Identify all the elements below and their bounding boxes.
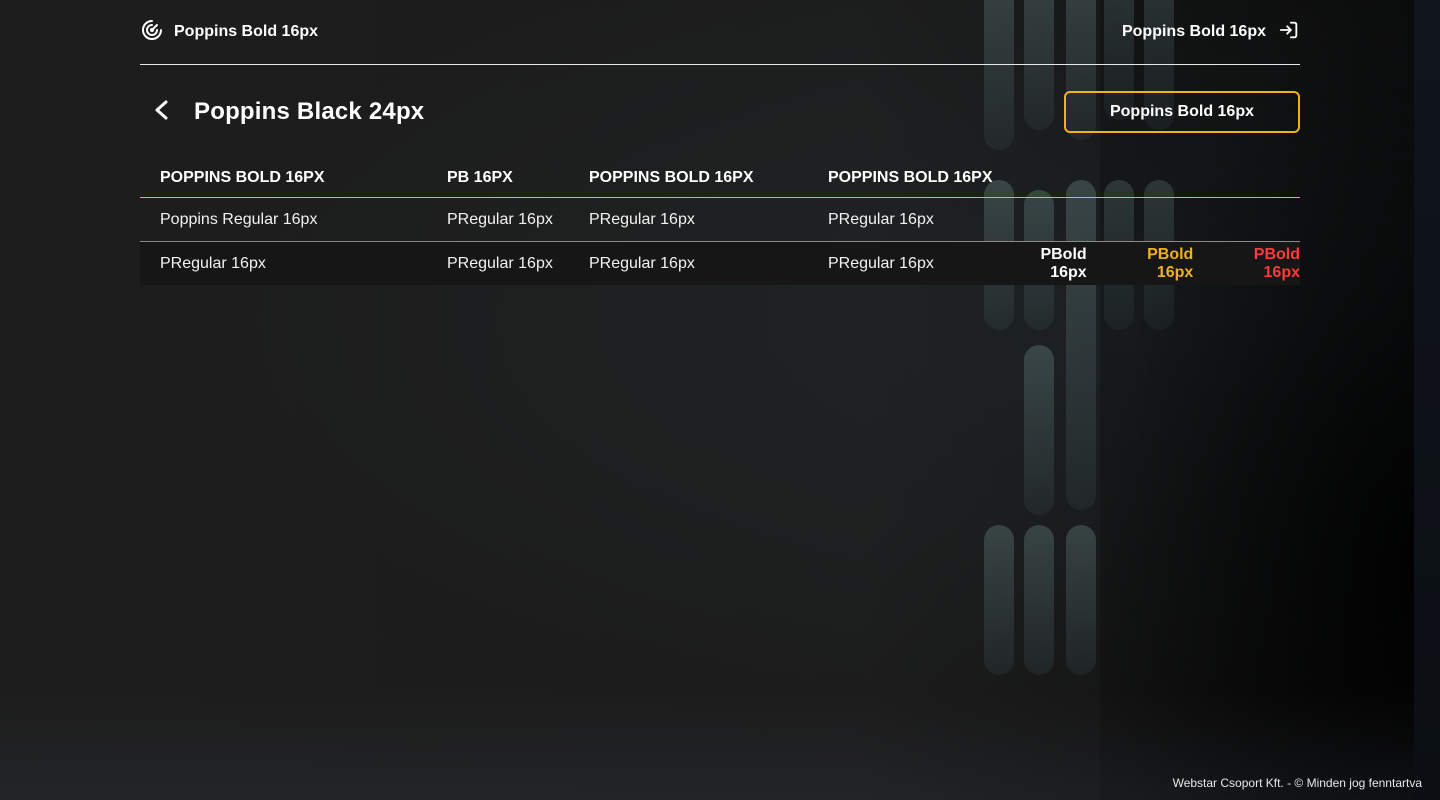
radar-icon — [140, 18, 164, 47]
title-bar: Poppins Black 24px Poppins Bold 16px — [140, 65, 1300, 159]
logout-button[interactable]: Poppins Bold 16px — [1122, 19, 1300, 46]
row-action-delete[interactable]: PBold 16px — [1213, 246, 1300, 282]
table-cell: PRegular 16px — [828, 197, 1000, 242]
brand-name: Poppins Bold 16px — [174, 23, 319, 40]
table-header-row: POPPINS BOLD 16PX PB 16PX POPPINS BOLD 1… — [140, 159, 1300, 198]
table-row[interactable]: Poppins Regular 16px PRegular 16px PRegu… — [140, 197, 1300, 242]
data-table: POPPINS BOLD 16PX PB 16PX POPPINS BOLD 1… — [140, 159, 1300, 285]
back-button[interactable] — [150, 100, 174, 124]
row-action-view[interactable]: PBold 16px — [1000, 246, 1086, 282]
table-cell: PRegular 16px — [828, 241, 1000, 285]
row-action-edit[interactable]: PBold 16px — [1107, 246, 1193, 282]
page-title: Poppins Black 24px — [194, 98, 425, 125]
table-cell: PRegular 16px — [589, 197, 828, 242]
table-cell-actions — [1000, 197, 1300, 242]
logout-icon — [1278, 19, 1300, 46]
table-row[interactable]: PRegular 16px PRegular 16px PRegular 16p… — [140, 241, 1300, 285]
table-cell: PRegular 16px — [140, 241, 447, 285]
column-header[interactable]: POPPINS BOLD 16PX — [828, 159, 1000, 198]
column-header[interactable]: POPPINS BOLD 16PX — [589, 159, 828, 198]
column-header[interactable]: PB 16PX — [447, 159, 589, 198]
page-container: Poppins Bold 16px Poppins Bold 16px Popp… — [140, 0, 1300, 285]
chevron-left-icon — [152, 99, 172, 126]
column-header[interactable]: POPPINS BOLD 16PX — [140, 159, 447, 198]
brand[interactable]: Poppins Bold 16px — [140, 18, 318, 47]
table-cell: PRegular 16px — [447, 241, 589, 285]
top-bar: Poppins Bold 16px Poppins Bold 16px — [140, 0, 1300, 65]
footer-copyright: Webstar Csoport Kft. - © Minden jog fenn… — [1172, 776, 1422, 790]
logout-label: Poppins Bold 16px — [1121, 23, 1266, 40]
primary-action-button[interactable]: Poppins Bold 16px — [1064, 91, 1300, 133]
table-cell: PRegular 16px — [447, 197, 589, 242]
table-cell: Poppins Regular 16px — [140, 197, 447, 242]
column-header-actions — [1000, 159, 1300, 198]
table-cell: PRegular 16px — [589, 241, 828, 285]
table-cell-actions: PBold 16px PBold 16px PBold 16px — [1000, 241, 1300, 285]
